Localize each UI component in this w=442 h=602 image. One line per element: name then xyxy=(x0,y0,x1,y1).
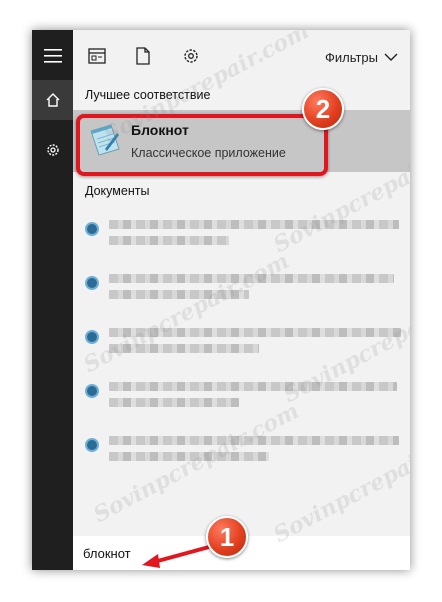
document-result[interactable] xyxy=(73,264,410,314)
blurred-text xyxy=(109,382,397,391)
document-file-icon xyxy=(85,330,99,344)
best-match-heading: Лучшее соответствие xyxy=(85,88,211,102)
blurred-text xyxy=(109,452,269,461)
blurred-text xyxy=(109,398,239,407)
home-button[interactable] xyxy=(32,80,73,120)
blurred-text xyxy=(109,436,399,445)
toolbar: Фильтры xyxy=(73,30,410,80)
search-window: Фильтры Лучшее соответствие Блокнот Клас… xyxy=(32,30,410,570)
documents-heading: Документы xyxy=(85,184,150,198)
home-icon xyxy=(46,93,59,107)
document-file-icon xyxy=(85,384,99,398)
annotation-highlight-box xyxy=(76,114,328,176)
blurred-text xyxy=(109,220,399,229)
settings-button[interactable] xyxy=(32,130,73,170)
filters-dropdown[interactable]: Фильтры xyxy=(325,50,398,65)
blurred-text xyxy=(109,236,229,245)
document-file-icon xyxy=(85,438,99,452)
settings-filter-button[interactable] xyxy=(181,46,201,66)
blurred-text xyxy=(109,328,401,337)
menu-button[interactable] xyxy=(32,36,73,76)
blurred-text xyxy=(109,274,394,283)
filters-label: Фильтры xyxy=(324,50,378,65)
blurred-text xyxy=(109,290,249,299)
apps-filter-button[interactable] xyxy=(87,46,107,66)
documents-filter-button[interactable] xyxy=(133,46,153,66)
gear-icon xyxy=(46,144,59,156)
left-rail xyxy=(32,30,73,570)
hamburger-icon xyxy=(43,49,62,63)
search-input[interactable]: блокнот xyxy=(83,546,131,561)
app-window-icon xyxy=(88,48,106,64)
document-file-icon xyxy=(85,276,99,290)
gear-icon xyxy=(184,49,198,63)
document-result[interactable] xyxy=(73,210,410,260)
document-result[interactable] xyxy=(73,372,410,422)
document-file-icon xyxy=(85,222,99,236)
blurred-text xyxy=(109,344,259,353)
document-result[interactable] xyxy=(73,426,410,476)
document-icon xyxy=(136,47,150,65)
annotation-badge-2: 2 xyxy=(302,88,344,130)
annotation-badge-1: 1 xyxy=(206,516,248,558)
results-panel: Фильтры Лучшее соответствие Блокнот Клас… xyxy=(73,30,410,570)
document-result[interactable] xyxy=(73,318,410,368)
chevron-down-icon xyxy=(384,53,398,61)
